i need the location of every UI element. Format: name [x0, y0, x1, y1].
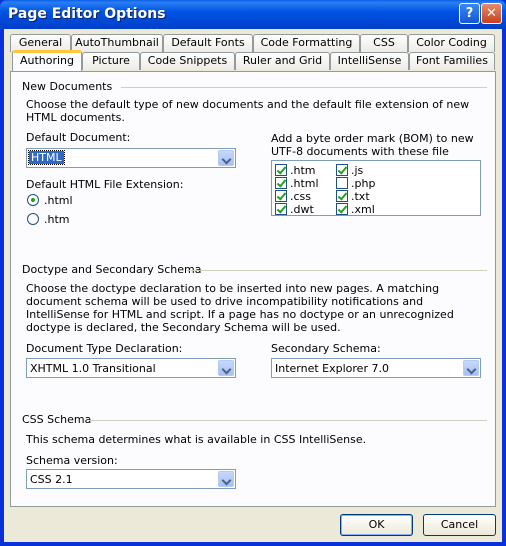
window-title: Page Editor Options	[8, 6, 166, 22]
css-schema-description: This schema determines what is available…	[26, 433, 367, 446]
bom-txt[interactable]: .txt	[336, 190, 396, 203]
cancel-button[interactable]: Cancel	[423, 514, 496, 536]
doctype-value: XHTML 1.0 Transitional	[30, 362, 156, 375]
ok-button[interactable]: OK	[340, 514, 413, 536]
doctype-label: Document Type Declaration:	[26, 342, 183, 355]
tab-css[interactable]: CSS	[360, 34, 408, 52]
tab-code-snippets[interactable]: Code Snippets	[140, 52, 235, 70]
secondary-schema-value: Internet Explorer 7.0	[275, 362, 389, 375]
default-document-value: HTML	[28, 150, 65, 165]
schema-version-value: CSS 2.1	[30, 473, 73, 486]
checkbox-css[interactable]	[275, 190, 287, 202]
ext-label: Default HTML File Extension:	[26, 178, 184, 191]
close-icon: ✕	[486, 6, 497, 21]
divider	[187, 270, 487, 271]
chevron-down-icon[interactable]	[463, 360, 479, 376]
tab-intellisense[interactable]: IntelliSense	[330, 52, 409, 70]
tab-ruler-and-grid[interactable]: Ruler and Grid	[235, 52, 330, 70]
secondary-schema-select[interactable]: Internet Explorer 7.0	[271, 358, 481, 378]
checkbox-js[interactable]	[336, 164, 348, 176]
dialog-client: General AutoThumbnail Default Fonts Code…	[4, 29, 502, 542]
radio-html[interactable]	[27, 194, 39, 206]
new-documents-description: Choose the default type of new documents…	[26, 98, 470, 124]
authoring-panel: New Documents Choose the default type of…	[10, 71, 496, 507]
schema-version-label: Schema version:	[26, 454, 118, 467]
checkbox-php[interactable]	[336, 177, 348, 189]
bom-php[interactable]: .php	[336, 177, 396, 190]
divider	[89, 420, 487, 421]
doctype-select[interactable]: XHTML 1.0 Transitional	[26, 358, 236, 378]
css-schema-heading: CSS Schema	[22, 413, 92, 426]
default-document-select[interactable]: HTML	[26, 148, 236, 168]
title-bar: Page Editor Options ? ✕	[0, 0, 506, 29]
bom-extensions-list: .htm .html .css .dwt .js .php .txt .xml	[271, 160, 481, 216]
tab-picture[interactable]: Picture	[82, 52, 140, 70]
chevron-down-icon[interactable]	[218, 360, 234, 376]
tab-default-fonts[interactable]: Default Fonts	[163, 34, 253, 52]
radio-htm-label: .htm	[44, 213, 70, 226]
doctype-description: Choose the doctype declaration to be ins…	[26, 282, 454, 334]
close-button[interactable]: ✕	[481, 3, 502, 24]
bom-css[interactable]: .css	[275, 190, 335, 203]
bom-js[interactable]: .js	[336, 164, 396, 177]
dialog-window: Page Editor Options ? ✕ General AutoThum…	[0, 0, 506, 546]
checkbox-txt[interactable]	[336, 190, 348, 202]
chevron-down-icon[interactable]	[218, 150, 234, 166]
checkbox-htm[interactable]	[275, 164, 287, 176]
secondary-schema-label: Secondary Schema:	[271, 342, 381, 355]
schema-version-select[interactable]: CSS 2.1	[26, 469, 236, 489]
tab-font-families[interactable]: Font Families	[409, 52, 495, 70]
tab-code-formatting[interactable]: Code Formatting	[253, 34, 360, 52]
doctype-heading: Doctype and Secondary Schema	[22, 263, 202, 276]
tab-authoring[interactable]: Authoring	[12, 50, 82, 71]
radio-htm[interactable]	[27, 213, 39, 225]
new-documents-heading: New Documents	[22, 80, 113, 93]
default-document-label: Default Document:	[26, 131, 131, 144]
checkbox-html[interactable]	[275, 177, 287, 189]
bom-htm[interactable]: .htm	[275, 164, 335, 177]
tab-color-coding[interactable]: Color Coding	[408, 34, 495, 52]
bom-dwt[interactable]: .dwt	[275, 203, 335, 216]
bom-html[interactable]: .html	[275, 177, 335, 190]
chevron-down-icon[interactable]	[218, 471, 234, 487]
checkbox-dwt[interactable]	[275, 203, 287, 215]
help-icon: ?	[465, 6, 474, 21]
tab-autothumbnail[interactable]: AutoThumbnail	[71, 34, 163, 52]
checkbox-xml[interactable]	[336, 203, 348, 215]
radio-html-label: .html	[44, 194, 73, 207]
help-button[interactable]: ?	[459, 3, 480, 24]
bom-xml[interactable]: .xml	[336, 203, 396, 216]
divider	[121, 87, 487, 88]
